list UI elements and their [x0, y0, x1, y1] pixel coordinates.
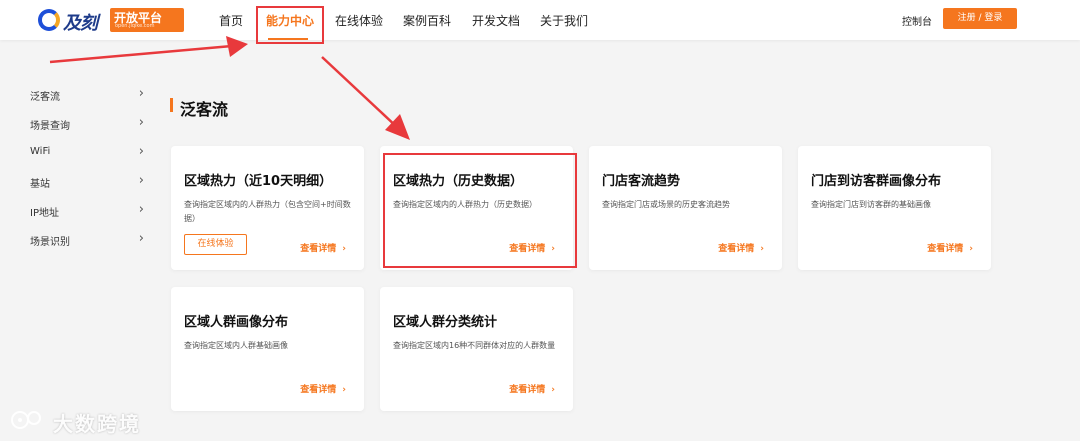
view-details-label: 查看详情 [927, 244, 964, 254]
online-try-button[interactable]: 在线体验 [184, 234, 247, 255]
nav-home[interactable]: 首页 [219, 12, 243, 29]
card-title: 门店到访客群画像分布 [811, 174, 942, 189]
logo-mark-icon [38, 9, 60, 31]
sidebar-item-label: WiFi [30, 146, 51, 157]
sidebar-item-label: 泛客流 [30, 92, 60, 103]
chevron-right-icon: › [138, 86, 144, 101]
view-details-label: 查看详情 [300, 385, 337, 395]
card-title: 区域人群画像分布 [184, 315, 289, 330]
card-description: 查询指定区域内的人群热力（包含空间+时间数据） [184, 200, 351, 223]
api-card-region-crowd-classification[interactable]: 区域人群分类统计 查询指定区域内16种不同群体对应的人群数量 查看详情 › [380, 287, 573, 411]
view-details-link[interactable]: 查看详情 › [718, 241, 764, 254]
view-details-link[interactable]: 查看详情 › [509, 382, 555, 395]
chevron-right-icon: › [138, 202, 144, 217]
section-accent-bar [170, 98, 173, 112]
card-annotation-box [383, 153, 577, 268]
sidebar-item-scene-recognition[interactable]: 场景识别 › [30, 231, 146, 249]
chevron-right-icon: › [969, 244, 973, 254]
nav-annotation-box [256, 6, 324, 44]
card-title: 门店客流趋势 [602, 174, 681, 189]
chevron-right-icon: › [551, 385, 555, 395]
section-title: 泛客流 [180, 100, 229, 119]
chevron-right-icon: › [138, 173, 144, 188]
sidebar-item-wifi[interactable]: WiFi › [30, 144, 146, 162]
chevron-right-icon: › [138, 231, 144, 246]
arrow-to-nav-line [49, 44, 233, 64]
sidebar-item-scene-query[interactable]: 场景查询 › [30, 115, 146, 133]
chevron-right-icon: › [342, 385, 346, 395]
card-title: 区域热力（近10天明细） [184, 174, 333, 189]
view-details-link[interactable]: 查看详情 › [300, 241, 346, 254]
sidebar-item-label: 基站 [30, 179, 50, 190]
card-description: 查询指定门店到访客群的基础画像 [811, 200, 931, 209]
sidebar-item-base-station[interactable]: 基站 › [30, 173, 146, 191]
chevron-right-icon: › [342, 244, 346, 254]
logo-badge: 开放平台 open.jiqike.com [110, 8, 184, 32]
sidebar-item-label: 场景识别 [30, 237, 70, 248]
nav-about-us[interactable]: 关于我们 [540, 12, 588, 29]
view-details-link[interactable]: 查看详情 › [927, 241, 973, 254]
brand-logo[interactable]: 及刻 开放平台 open.jiqike.com [38, 8, 184, 34]
api-card-store-traffic-trend[interactable]: 门店客流趋势 查询指定门店或场景的历史客流趋势 查看详情 › [589, 146, 782, 270]
arrow-to-card-line [321, 56, 399, 129]
sidebar-item-passenger-flow[interactable]: 泛客流 › [30, 86, 146, 104]
api-card-store-visitor-profile[interactable]: 门店到访客群画像分布 查询指定门店到访客群的基础画像 查看详情 › [798, 146, 991, 270]
nav-online-experience[interactable]: 在线体验 [335, 12, 383, 29]
card-description: 查询指定区域内16种不同群体对应的人群数量 [393, 341, 556, 350]
nav-developer-docs[interactable]: 开发文档 [472, 12, 520, 29]
chevron-right-icon: › [138, 144, 144, 159]
watermark-logo-icon [11, 411, 41, 429]
card-description: 查询指定区域内人群基础画像 [184, 341, 288, 350]
chevron-right-icon: › [760, 244, 764, 254]
logo-name: 及刻 [63, 13, 98, 34]
logo-badge-subtext: open.jiqike.com [115, 23, 155, 29]
sidebar-item-label: 场景查询 [30, 121, 70, 132]
card-description: 查询指定门店或场景的历史客流趋势 [602, 200, 730, 209]
sidebar-item-ip-address[interactable]: IP地址 › [30, 202, 146, 220]
view-details-label: 查看详情 [300, 244, 337, 254]
view-details-label: 查看详情 [509, 385, 546, 395]
chevron-right-icon: › [138, 115, 144, 130]
api-card-region-crowd-profile[interactable]: 区域人群画像分布 查询指定区域内人群基础画像 查看详情 › [171, 287, 364, 411]
api-card-region-heat-10day[interactable]: 区域热力（近10天明细） 查询指定区域内的人群热力（包含空间+时间数据） 在线体… [171, 146, 364, 270]
view-details-link[interactable]: 查看详情 › [300, 382, 346, 395]
sidebar-item-label: IP地址 [30, 208, 59, 219]
view-details-label: 查看详情 [718, 244, 755, 254]
login-register-button[interactable]: 注册 / 登录 [943, 8, 1017, 29]
nav-case-encyclopedia[interactable]: 案例百科 [403, 12, 451, 29]
arrow-to-card-head [385, 114, 410, 140]
watermark: 大数跨境 [8, 406, 148, 436]
watermark-text: 大数跨境 [53, 412, 141, 436]
card-title: 区域人群分类统计 [393, 315, 498, 330]
console-link[interactable]: 控制台 [902, 13, 932, 28]
